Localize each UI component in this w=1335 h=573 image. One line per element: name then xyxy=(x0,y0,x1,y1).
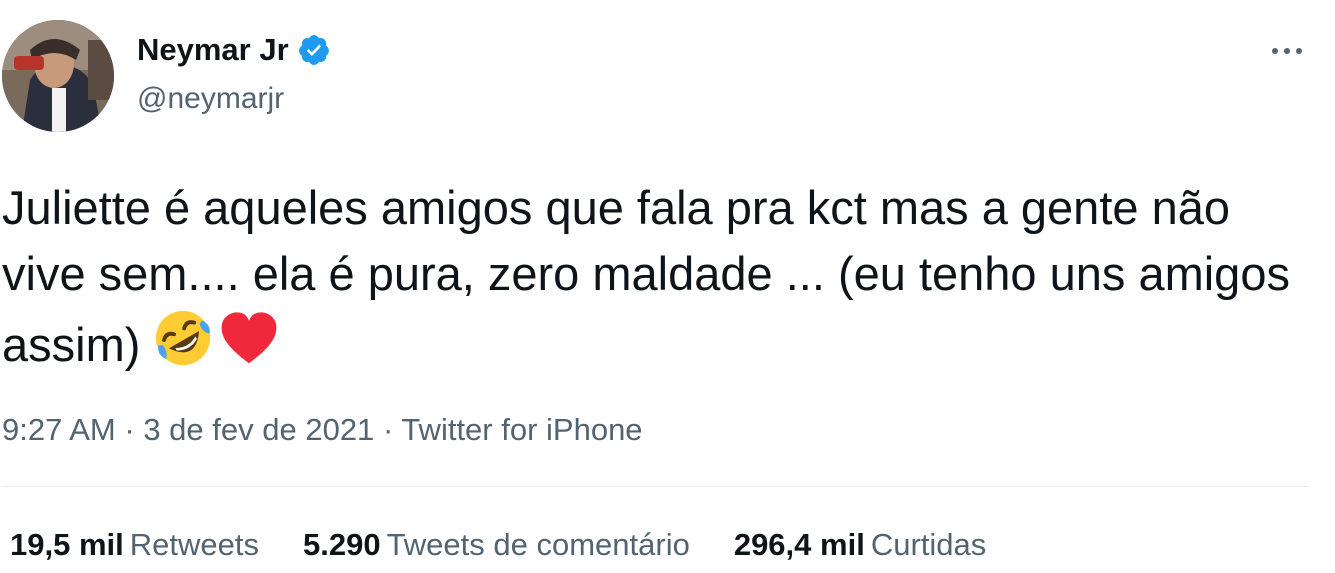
quote-tweets-label: Tweets de comentário xyxy=(386,527,690,562)
author-display-name[interactable]: Neymar Jr xyxy=(137,30,331,70)
retweets-count: 19,5 mil xyxy=(10,527,124,562)
tweet-meta: 9:27 AM · 3 de fev de 2021 · Twitter for… xyxy=(2,410,643,450)
meta-separator: · xyxy=(382,412,394,447)
quote-tweets-stat[interactable]: 5.290 Tweets de comentário xyxy=(303,525,690,565)
divider xyxy=(2,486,1308,487)
red-heart-emoji-icon xyxy=(218,307,280,386)
likes-label: Curtidas xyxy=(870,527,987,562)
tweet-stats: 19,5 mil Retweets 5.290 Tweets de comentár… xyxy=(10,525,1030,565)
tweet-source-link[interactable]: Twitter for iPhone xyxy=(401,412,642,447)
verified-badge-icon xyxy=(297,33,331,67)
author-handle[interactable]: @neymarjr xyxy=(137,79,284,119)
author-name-text[interactable]: Neymar Jr xyxy=(137,30,289,70)
retweets-stat[interactable]: 19,5 mil Retweets xyxy=(10,525,259,565)
avatar[interactable] xyxy=(2,20,114,132)
likes-stat[interactable]: 296,4 mil Curtidas xyxy=(734,525,986,565)
tweet-time[interactable]: 9:27 AM xyxy=(2,412,116,447)
tweet-text: Juliette é aqueles amigos que fala pra k… xyxy=(2,175,1302,386)
tweet-date[interactable]: 3 de fev de 2021 xyxy=(143,412,374,447)
retweets-label: Retweets xyxy=(129,527,259,562)
meta-separator: · xyxy=(124,412,135,447)
quote-tweets-count: 5.290 xyxy=(302,527,381,562)
rolling-on-floor-laughing-emoji-icon xyxy=(152,307,214,386)
more-options-icon[interactable] xyxy=(1265,36,1309,66)
likes-count: 296,4 mil xyxy=(733,527,865,562)
